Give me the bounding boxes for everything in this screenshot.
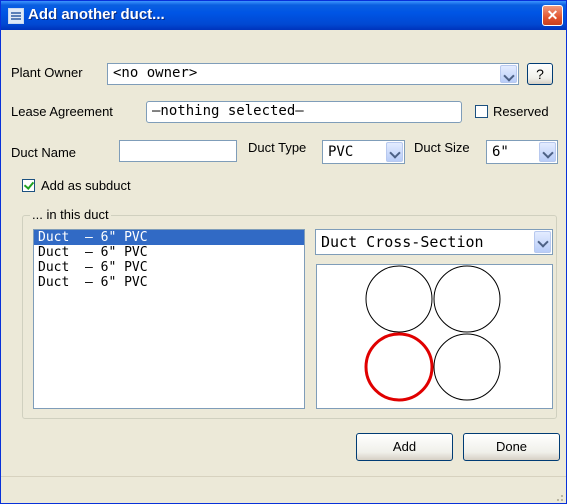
lease-agreement-label: Lease Agreement <box>11 104 113 119</box>
title-bar[interactable]: Add another duct... ✕ <box>1 1 566 30</box>
duct-listbox[interactable]: Duct – 6" PVC Duct – 6" PVC Duct – 6" PV… <box>33 229 305 409</box>
list-item[interactable]: Duct – 6" PVC <box>34 260 304 275</box>
subduct-circle[interactable] <box>365 265 433 333</box>
duct-type-label: Duct Type <box>248 140 307 155</box>
lease-agreement-value: –nothing selected– <box>152 103 304 119</box>
add-as-subduct-label: Add as subduct <box>41 178 131 193</box>
plant-owner-select[interactable]: <no owner> <box>107 63 519 85</box>
add-as-subduct-checkbox[interactable] <box>22 179 35 192</box>
help-button[interactable]: ? <box>527 63 553 85</box>
in-this-duct-legend: ... in this duct <box>30 207 111 222</box>
chevron-down-icon[interactable] <box>386 142 403 162</box>
window-list-icon <box>8 8 24 24</box>
list-item[interactable]: Duct – 6" PVC <box>34 230 304 245</box>
add-button[interactable]: Add <box>356 433 453 461</box>
duct-size-label: Duct Size <box>414 140 470 155</box>
list-item[interactable]: Duct – 6" PVC <box>34 275 304 290</box>
duct-name-label: Duct Name <box>11 145 77 160</box>
window-title: Add another duct... <box>28 6 165 23</box>
cross-section-diagram <box>364 265 501 402</box>
duct-type-value: PVC <box>328 144 354 160</box>
plant-owner-label: Plant Owner <box>11 65 83 80</box>
subduct-circle-selected[interactable] <box>364 332 434 402</box>
cross-section-value: Duct Cross-Section <box>321 233 484 251</box>
dialog-window: Add another duct... ✕ Plant Owner <no ow… <box>0 0 567 504</box>
done-button[interactable]: Done <box>463 433 560 461</box>
status-bar <box>1 476 566 503</box>
duct-name-input[interactable] <box>119 140 237 162</box>
close-button[interactable]: ✕ <box>542 5 563 26</box>
duct-type-select[interactable]: PVC <box>322 140 405 164</box>
resize-grip-icon[interactable] <box>553 491 563 501</box>
chevron-down-icon[interactable] <box>539 142 556 162</box>
cross-section-view <box>316 264 553 409</box>
duct-size-select[interactable]: 6" <box>486 140 558 164</box>
lease-agreement-field[interactable]: –nothing selected– <box>146 101 462 123</box>
plant-owner-value: <no owner> <box>113 65 198 81</box>
duct-size-value: 6" <box>492 144 509 160</box>
subduct-circle[interactable] <box>433 265 501 333</box>
cross-section-select[interactable]: Duct Cross-Section <box>315 229 553 255</box>
subduct-circle[interactable] <box>433 333 501 401</box>
list-item[interactable]: Duct – 6" PVC <box>34 245 304 260</box>
reserved-label: Reserved <box>493 104 549 119</box>
chevron-down-icon[interactable] <box>534 231 551 253</box>
reserved-checkbox[interactable] <box>475 105 488 118</box>
chevron-down-icon[interactable] <box>500 65 517 83</box>
